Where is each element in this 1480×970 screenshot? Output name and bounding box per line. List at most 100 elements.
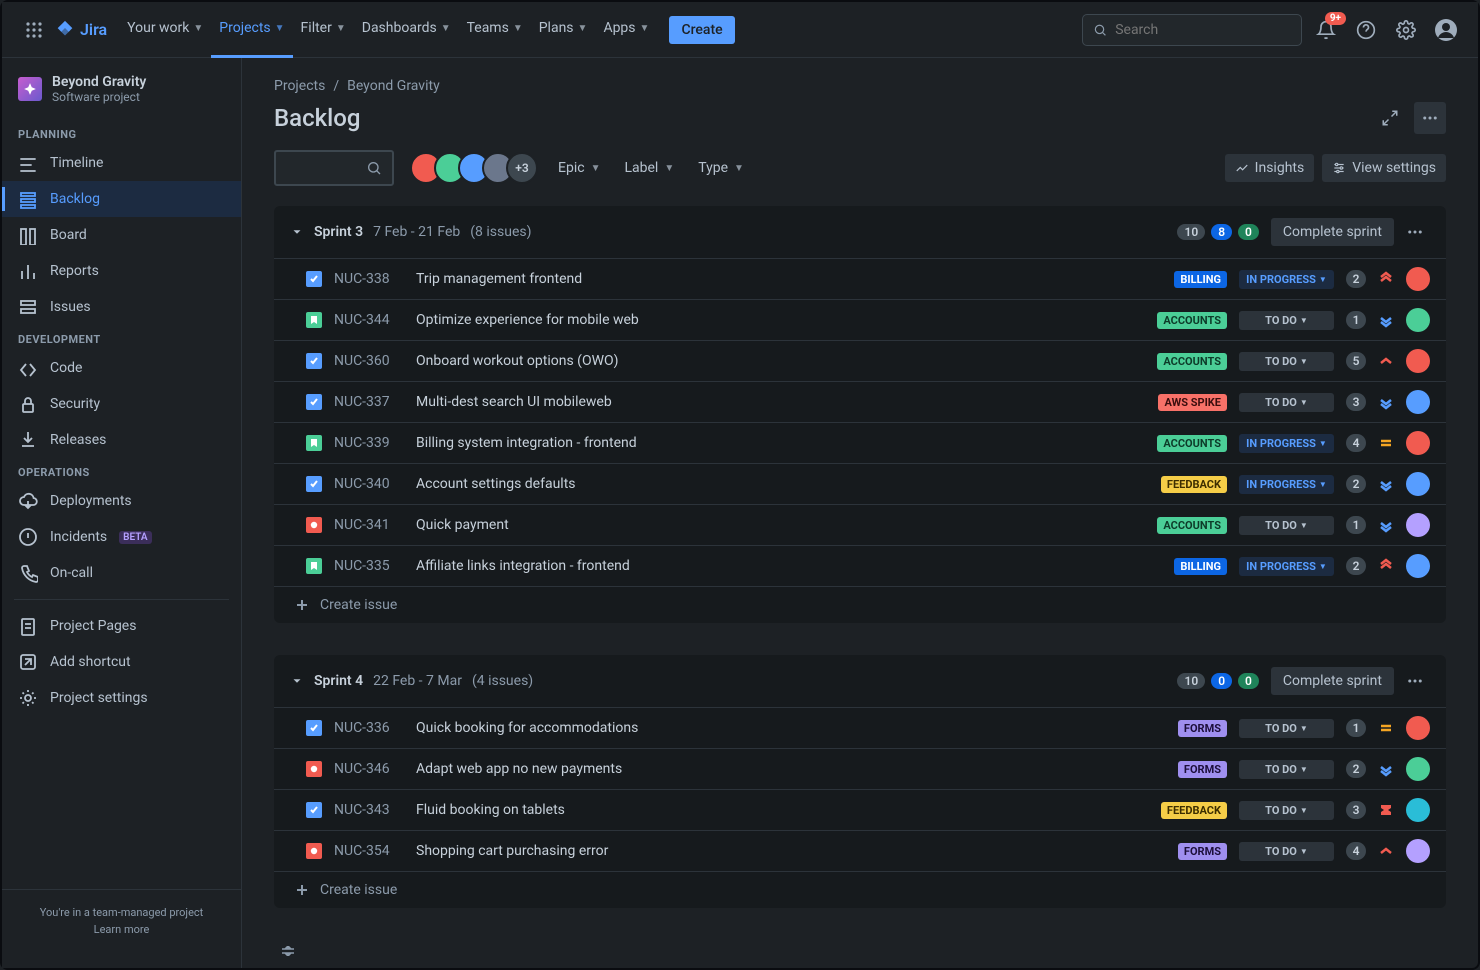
sidebar-item-reports[interactable]: Reports (2, 253, 241, 289)
sidebar-item-security[interactable]: Security (2, 386, 241, 422)
sidebar-item-incidents[interactable]: IncidentsBETA (2, 519, 241, 555)
assignee-avatar[interactable] (1406, 513, 1430, 537)
status-dropdown[interactable]: IN PROGRESS ▼ (1239, 434, 1334, 453)
epic-badge[interactable]: BILLING (1174, 271, 1227, 288)
issue-key[interactable]: NUC-341 (334, 517, 404, 533)
issue-row[interactable]: NUC-346 Adapt web app no new payments FO… (274, 748, 1446, 789)
complete-sprint-button[interactable]: Complete sprint (1271, 218, 1394, 246)
epic-badge[interactable]: ACCOUNTS (1157, 435, 1227, 452)
epic-badge[interactable]: FORMS (1178, 761, 1227, 778)
issue-key[interactable]: NUC-360 (334, 353, 404, 369)
settings-button[interactable] (1390, 14, 1422, 46)
sidebar-item-project-settings[interactable]: Project settings (2, 680, 241, 716)
sprint-more-button[interactable] (1400, 219, 1430, 245)
issue-row[interactable]: NUC-335 Affiliate links integration - fr… (274, 545, 1446, 586)
jira-logo[interactable]: Jira (54, 19, 107, 41)
status-dropdown[interactable]: TO DO ▼ (1239, 393, 1334, 412)
avatar-more[interactable]: +3 (506, 152, 538, 184)
app-switcher-button[interactable] (18, 14, 50, 46)
status-dropdown[interactable]: IN PROGRESS ▼ (1239, 475, 1334, 494)
assignee-avatar[interactable] (1406, 554, 1430, 578)
fullscreen-button[interactable] (1374, 102, 1406, 134)
assignee-avatar[interactable] (1406, 431, 1430, 455)
global-search[interactable] (1082, 14, 1302, 46)
sidebar-item-deployments[interactable]: Deployments (2, 483, 241, 519)
issue-row[interactable]: NUC-341 Quick payment ACCOUNTS TO DO ▼ 1 (274, 504, 1446, 545)
issue-key[interactable]: NUC-344 (334, 312, 404, 328)
issue-key[interactable]: NUC-336 (334, 720, 404, 736)
issue-row[interactable]: NUC-360 Onboard workout options (OWO) AC… (274, 340, 1446, 381)
nav-apps[interactable]: Apps ▼ (595, 2, 657, 58)
status-dropdown[interactable]: TO DO ▼ (1239, 719, 1334, 738)
nav-teams[interactable]: Teams ▼ (459, 2, 531, 58)
issue-key[interactable]: NUC-354 (334, 843, 404, 859)
create-issue-button[interactable]: Create issue (274, 586, 1446, 623)
issue-row[interactable]: NUC-337 Multi-dest search UI mobileweb A… (274, 381, 1446, 422)
search-input[interactable] (1115, 22, 1291, 38)
issue-row[interactable]: NUC-354 Shopping cart purchasing error F… (274, 830, 1446, 871)
assignee-avatar[interactable] (1406, 308, 1430, 332)
issue-row[interactable]: NUC-340 Account settings defaults FEEDBA… (274, 463, 1446, 504)
assignee-avatar[interactable] (1406, 267, 1430, 291)
issue-row[interactable]: NUC-338 Trip management frontend BILLING… (274, 258, 1446, 299)
help-button[interactable] (1350, 14, 1382, 46)
project-header[interactable]: Beyond Gravity Software project (2, 74, 241, 120)
sidebar-item-code[interactable]: Code (2, 350, 241, 386)
sidebar-item-on-call[interactable]: On-call (2, 555, 241, 591)
assignee-avatar[interactable] (1406, 798, 1430, 822)
breadcrumb-project[interactable]: Beyond Gravity (347, 78, 440, 94)
epic-badge[interactable]: ACCOUNTS (1157, 353, 1227, 370)
sidebar-item-backlog[interactable]: Backlog (2, 181, 241, 217)
assignee-avatar[interactable] (1406, 839, 1430, 863)
insights-button[interactable]: Insights (1225, 154, 1315, 182)
assignee-avatar[interactable] (1406, 390, 1430, 414)
sidebar-item-project-pages[interactable]: Project Pages (2, 608, 241, 644)
status-dropdown[interactable]: IN PROGRESS ▼ (1239, 270, 1334, 289)
status-dropdown[interactable]: TO DO ▼ (1239, 516, 1334, 535)
resize-handle[interactable] (274, 940, 1446, 962)
chevron-down-icon[interactable] (290, 674, 304, 688)
complete-sprint-button[interactable]: Complete sprint (1271, 667, 1394, 695)
learn-more-link[interactable]: Learn more (18, 923, 225, 936)
issue-row[interactable]: NUC-336 Quick booking for accommodations… (274, 707, 1446, 748)
type-filter[interactable]: Type▼ (694, 154, 748, 182)
nav-plans[interactable]: Plans ▼ (531, 2, 596, 58)
sidebar-item-add-shortcut[interactable]: Add shortcut (2, 644, 241, 680)
epic-badge[interactable]: ACCOUNTS (1157, 312, 1227, 329)
epic-badge[interactable]: BILLING (1174, 558, 1227, 575)
epic-badge[interactable]: AWS SPIKE (1158, 394, 1227, 411)
assignee-avatar[interactable] (1406, 349, 1430, 373)
status-dropdown[interactable]: IN PROGRESS ▼ (1239, 557, 1334, 576)
status-dropdown[interactable]: TO DO ▼ (1239, 760, 1334, 779)
breadcrumb-projects[interactable]: Projects (274, 78, 325, 94)
page-more-button[interactable] (1414, 102, 1446, 134)
issue-key[interactable]: NUC-337 (334, 394, 404, 410)
nav-dashboards[interactable]: Dashboards ▼ (354, 2, 459, 58)
profile-button[interactable] (1430, 14, 1462, 46)
epic-badge[interactable]: FORMS (1178, 720, 1227, 737)
assignee-avatar[interactable] (1406, 757, 1430, 781)
issue-key[interactable]: NUC-343 (334, 802, 404, 818)
notifications-button[interactable]: 9+ (1310, 14, 1342, 46)
issue-row[interactable]: NUC-344 Optimize experience for mobile w… (274, 299, 1446, 340)
epic-badge[interactable]: FEEDBACK (1161, 802, 1227, 819)
assignee-avatar[interactable] (1406, 472, 1430, 496)
issue-key[interactable]: NUC-339 (334, 435, 404, 451)
issue-key[interactable]: NUC-338 (334, 271, 404, 287)
status-dropdown[interactable]: TO DO ▼ (1239, 311, 1334, 330)
view-settings-button[interactable]: View settings (1322, 154, 1446, 182)
issue-key[interactable]: NUC-335 (334, 558, 404, 574)
sidebar-item-releases[interactable]: Releases (2, 422, 241, 458)
sidebar-item-issues[interactable]: Issues (2, 289, 241, 325)
epic-filter[interactable]: Epic▼ (554, 154, 604, 182)
chevron-down-icon[interactable] (290, 225, 304, 239)
assignee-avatar[interactable] (1406, 716, 1430, 740)
status-dropdown[interactable]: TO DO ▼ (1239, 842, 1334, 861)
epic-badge[interactable]: ACCOUNTS (1157, 517, 1227, 534)
status-dropdown[interactable]: TO DO ▼ (1239, 352, 1334, 371)
create-button[interactable]: Create (669, 16, 734, 44)
assignee-filter[interactable]: +3 (410, 152, 538, 184)
issue-row[interactable]: NUC-339 Billing system integration - fro… (274, 422, 1446, 463)
backlog-search[interactable] (274, 150, 394, 186)
sidebar-item-board[interactable]: Board (2, 217, 241, 253)
